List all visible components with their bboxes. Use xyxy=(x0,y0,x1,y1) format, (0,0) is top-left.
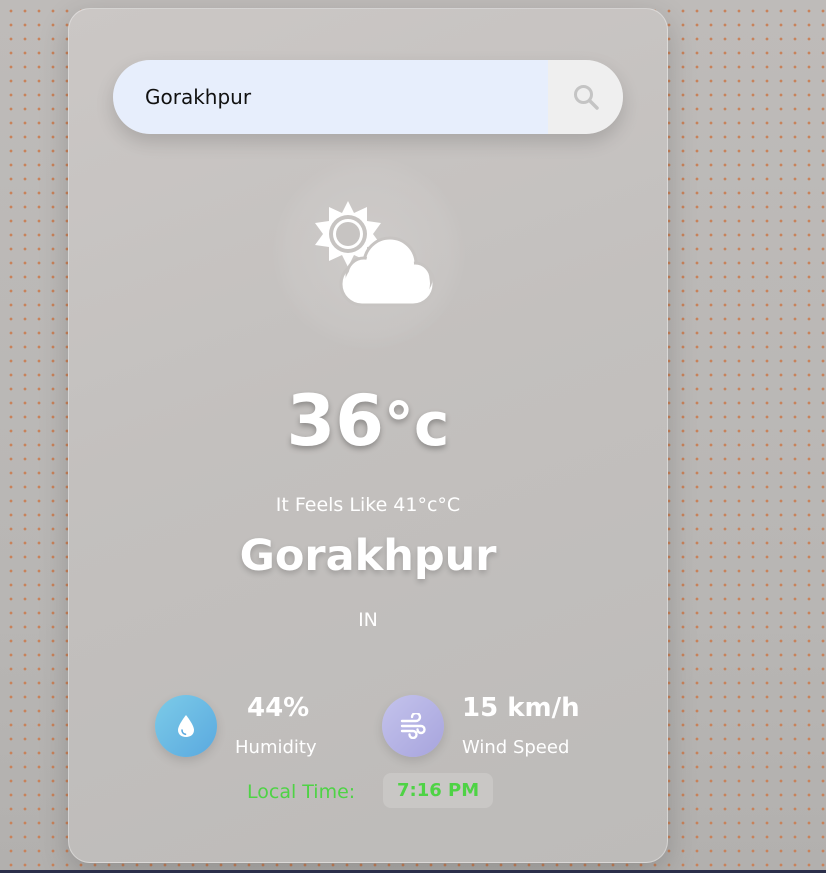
wind-speed-label: Wind Speed xyxy=(462,737,570,758)
wind-icon-badge xyxy=(382,695,444,757)
temperature-display: 36°c xyxy=(69,381,667,465)
feels-like-text: It Feels Like 41°c°C xyxy=(275,494,461,516)
city-name: Gorakhpur xyxy=(239,531,497,581)
local-time-label: Local Time: xyxy=(247,781,356,803)
search-bar xyxy=(113,60,623,134)
humidity-icon-badge xyxy=(155,695,217,757)
wind-speed-value: 15 km/h xyxy=(462,693,580,723)
water-drop-icon xyxy=(178,715,194,737)
search-icon xyxy=(573,85,599,110)
search-input[interactable] xyxy=(113,60,548,134)
temperature-unit: °c xyxy=(383,390,450,460)
humidity-value: 44% xyxy=(247,693,310,723)
local-time-value: 7:16 PM xyxy=(383,773,494,808)
country-code: IN xyxy=(358,609,378,631)
weather-card: 36°c It Feels Like 41°c°C Gorakhpur IN 4… xyxy=(68,8,668,863)
weather-icon-container xyxy=(273,157,465,349)
temperature-value: 36 xyxy=(286,380,384,462)
search-button[interactable] xyxy=(548,60,623,134)
humidity-label: Humidity xyxy=(235,737,317,758)
sun-behind-cloud-icon xyxy=(315,201,436,307)
wind-icon xyxy=(400,713,426,739)
